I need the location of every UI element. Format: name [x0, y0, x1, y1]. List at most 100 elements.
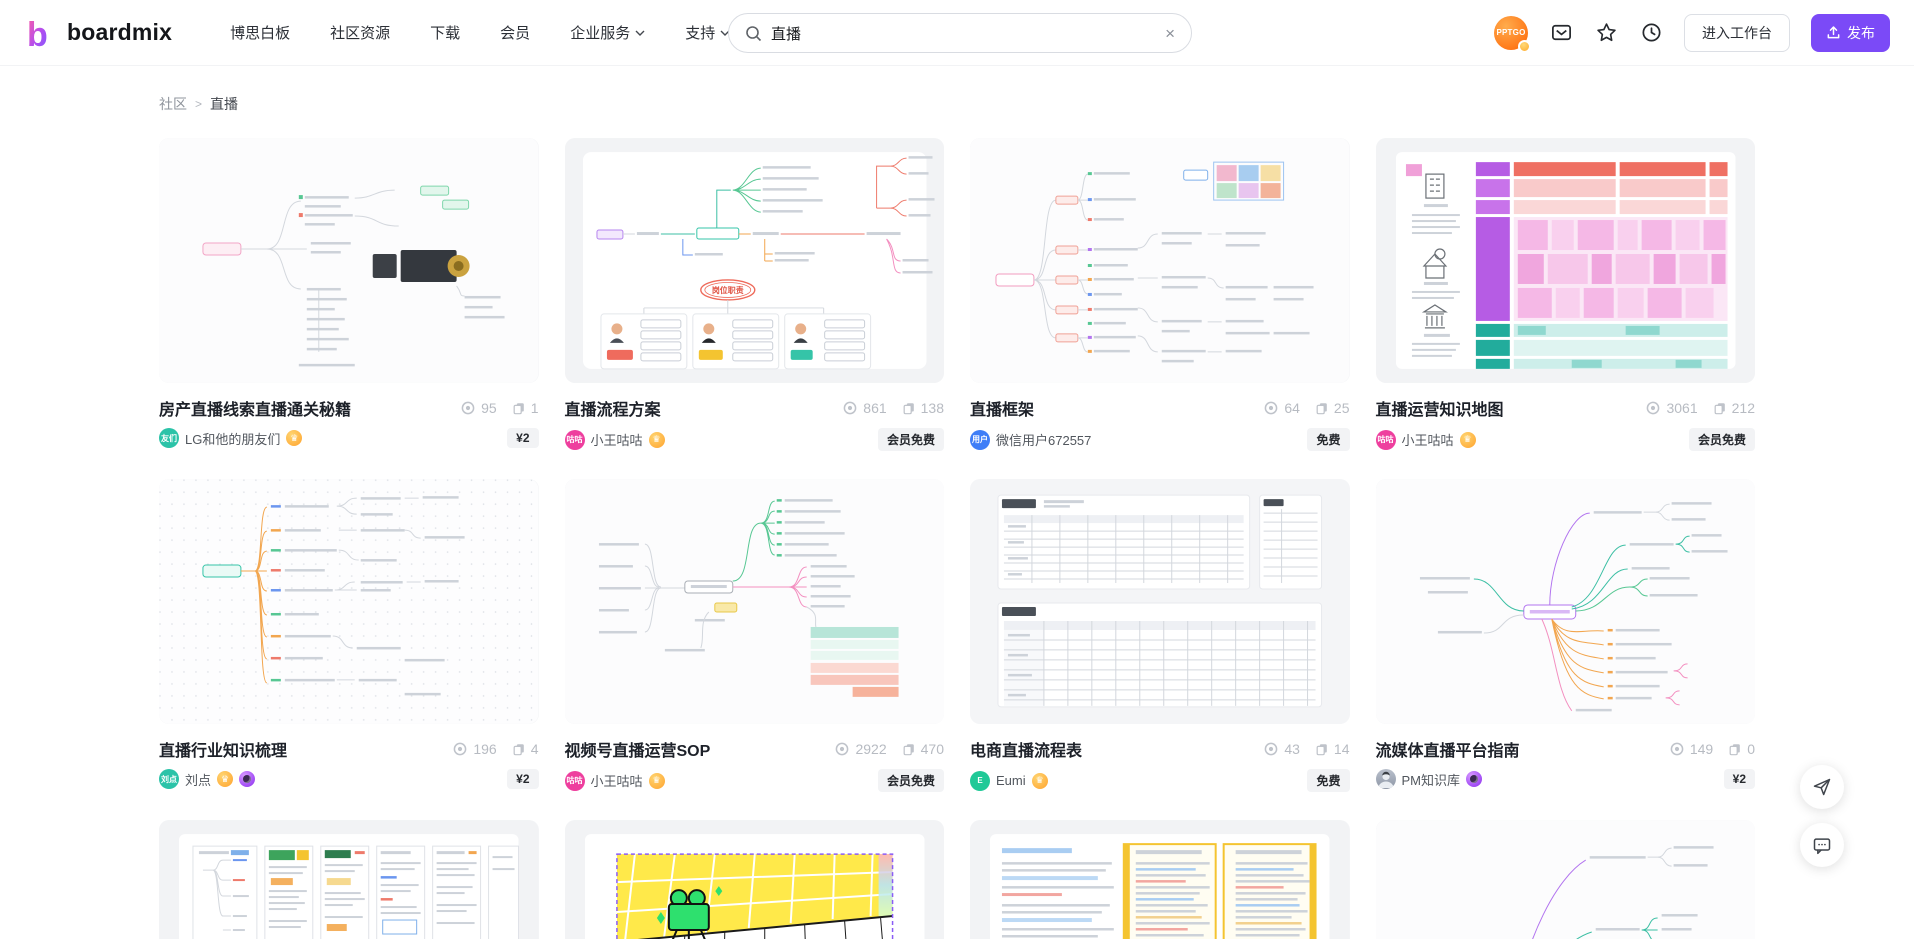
thumbnail-art [159, 479, 539, 724]
views-eye-icon [1645, 400, 1661, 416]
thumbnail-art [565, 479, 945, 724]
template-card[interactable]: 直播框架 64 25 用户 微信用户672557 免费 [970, 138, 1350, 451]
card-thumbnail[interactable] [1376, 479, 1756, 724]
search-input[interactable] [771, 25, 1156, 42]
thumbnail-art: 直播购物 2022 [565, 820, 945, 939]
vip-badge-icon [1466, 771, 1482, 787]
card-stats: 95 1 [460, 400, 538, 416]
nav-whiteboard[interactable]: 博思白板 [230, 22, 290, 43]
author-avatar[interactable] [1376, 769, 1396, 789]
chevron-down-icon [635, 30, 645, 36]
nav-community[interactable]: 社区资源 [330, 22, 390, 43]
template-card-partial[interactable]: 直播购物 2022 [565, 820, 945, 939]
template-grid: 房产直播线索直播通关秘籍 95 1 友们 LG和他的朋友们 ♛ ¥2 [159, 138, 1755, 939]
author-avatar[interactable]: 咕咕 [565, 430, 585, 450]
template-card[interactable]: 电商直播流程表 43 14 E Eumi ♛ 免费 [970, 479, 1350, 792]
card-thumbnail[interactable] [1376, 138, 1756, 383]
star-icon[interactable] [1594, 21, 1618, 45]
card-title[interactable]: 直播运营知识地图 [1376, 396, 1504, 420]
top-header: b boardmix 博思白板 社区资源 下载 会员 企业服务 支持 × PPT… [0, 0, 1914, 66]
author-name[interactable]: 小王咕咕 [1402, 430, 1454, 449]
author-name[interactable]: 微信用户672557 [996, 430, 1091, 449]
card-thumbnail[interactable] [970, 138, 1350, 383]
card-author-row: 咕咕 小王咕咕 ♛ 会员免费 [1376, 428, 1756, 451]
author-avatar[interactable]: E [970, 771, 990, 791]
author-name[interactable]: 小王咕咕 [591, 430, 643, 449]
person-photo-icon [1376, 769, 1396, 789]
card-thumbnail[interactable] [970, 479, 1350, 724]
search-clear-icon[interactable]: × [1165, 25, 1175, 42]
card-title[interactable]: 房产直播线索直播通关秘籍 [159, 396, 351, 420]
author-avatar[interactable]: 友们 [159, 428, 179, 448]
author-name[interactable]: LG和他的朋友们 [185, 429, 280, 448]
card-title[interactable]: 流媒体直播平台指南 [1376, 737, 1520, 761]
views-eye-icon [452, 741, 468, 757]
card-author-row: 友们 LG和他的朋友们 ♛ ¥2 [159, 428, 539, 448]
card-thumbnail[interactable] [1376, 820, 1756, 939]
brand-logo[interactable]: b boardmix [24, 16, 172, 50]
views-eye-icon [1263, 741, 1279, 757]
nav-enterprise[interactable]: 企业服务 [570, 22, 645, 43]
card-thumbnail[interactable]: 直播购物 2022 [565, 820, 945, 939]
thumbnail-art: 岗位职责 [565, 138, 945, 383]
card-author-row: 刘点 刘点 ♛ ¥2 [159, 769, 539, 789]
card-thumbnail[interactable] [159, 138, 539, 383]
nav-membership[interactable]: 会员 [500, 22, 530, 43]
template-card-partial[interactable] [970, 820, 1350, 939]
template-card[interactable]: 房产直播线索直播通关秘籍 95 1 友们 LG和他的朋友们 ♛ ¥2 [159, 138, 539, 451]
card-title[interactable]: 视频号直播运营SOP [565, 737, 711, 761]
card-author-row: 咕咕 小王咕咕 ♛ 会员免费 [565, 769, 945, 792]
workspace-button[interactable]: 进入工作台 [1684, 14, 1790, 52]
card-thumbnail[interactable] [565, 479, 945, 724]
thumbnail-art [159, 820, 539, 939]
copies-icon [902, 401, 916, 415]
card-stats: 149 0 [1669, 741, 1755, 757]
breadcrumb-community[interactable]: 社区 [159, 94, 187, 114]
author-name[interactable]: PM知识库 [1402, 770, 1461, 789]
price-badge: ¥2 [1724, 769, 1755, 789]
card-thumbnail[interactable] [159, 479, 539, 724]
mail-icon[interactable] [1549, 21, 1573, 45]
template-card-partial[interactable] [1376, 820, 1756, 939]
card-author-row: PM知识库 ¥2 [1376, 769, 1756, 789]
card-thumbnail[interactable]: 岗位职责 [565, 138, 945, 383]
card-title[interactable]: 直播行业知识梳理 [159, 737, 287, 761]
user-avatar[interactable]: PPTGO [1494, 16, 1528, 50]
author-avatar[interactable]: 咕咕 [1376, 430, 1396, 450]
author-name[interactable]: 刘点 [185, 770, 211, 789]
template-card[interactable]: 岗位职责 [565, 138, 945, 451]
card-author-row: 咕咕 小王咕咕 ♛ 会员免费 [565, 428, 945, 451]
author-name[interactable]: Eumi [996, 773, 1026, 788]
search-bar[interactable]: × [728, 13, 1192, 53]
history-clock-icon[interactable] [1639, 21, 1663, 45]
author-name[interactable]: 小王咕咕 [591, 771, 643, 790]
template-card[interactable]: 视频号直播运营SOP 2922 470 咕咕 小王咕咕 ♛ 会员免费 [565, 479, 945, 792]
thumbnail-art [1376, 479, 1756, 724]
author-avatar[interactable]: 刘点 [159, 769, 179, 789]
card-author-row: 用户 微信用户672557 免费 [970, 428, 1350, 451]
upload-icon [1826, 25, 1841, 40]
card-thumbnail[interactable] [159, 820, 539, 939]
publish-button[interactable]: 发布 [1811, 14, 1890, 52]
nav-support[interactable]: 支持 [685, 22, 730, 43]
template-card[interactable]: 直播行业知识梳理 196 4 刘点 刘点 ♛ ¥2 [159, 479, 539, 792]
author-avatar[interactable]: 咕咕 [565, 771, 585, 791]
avatar-level-badge [1518, 40, 1531, 53]
author-avatar[interactable]: 用户 [970, 430, 990, 450]
nav-download[interactable]: 下载 [430, 22, 460, 43]
feedback-send-button[interactable] [1800, 765, 1844, 809]
template-card-partial[interactable] [159, 820, 539, 939]
price-badge: 会员免费 [878, 428, 944, 451]
feedback-chat-button[interactable] [1800, 823, 1844, 867]
card-title[interactable]: 电商直播流程表 [970, 737, 1082, 761]
card-title[interactable]: 直播流程方案 [565, 396, 661, 420]
template-card[interactable]: 直播运营知识地图 3061 212 咕咕 小王咕咕 ♛ 会员免费 [1376, 138, 1756, 451]
card-author-row: E Eumi ♛ 免费 [970, 769, 1350, 792]
crown-badge-icon: ♛ [217, 771, 233, 787]
copies-icon [902, 742, 916, 756]
price-badge: ¥2 [507, 428, 538, 448]
card-title[interactable]: 直播框架 [970, 396, 1034, 420]
views-eye-icon [834, 741, 850, 757]
card-thumbnail[interactable] [970, 820, 1350, 939]
template-card[interactable]: 流媒体直播平台指南 149 0 PM知识库 ¥2 [1376, 479, 1756, 792]
